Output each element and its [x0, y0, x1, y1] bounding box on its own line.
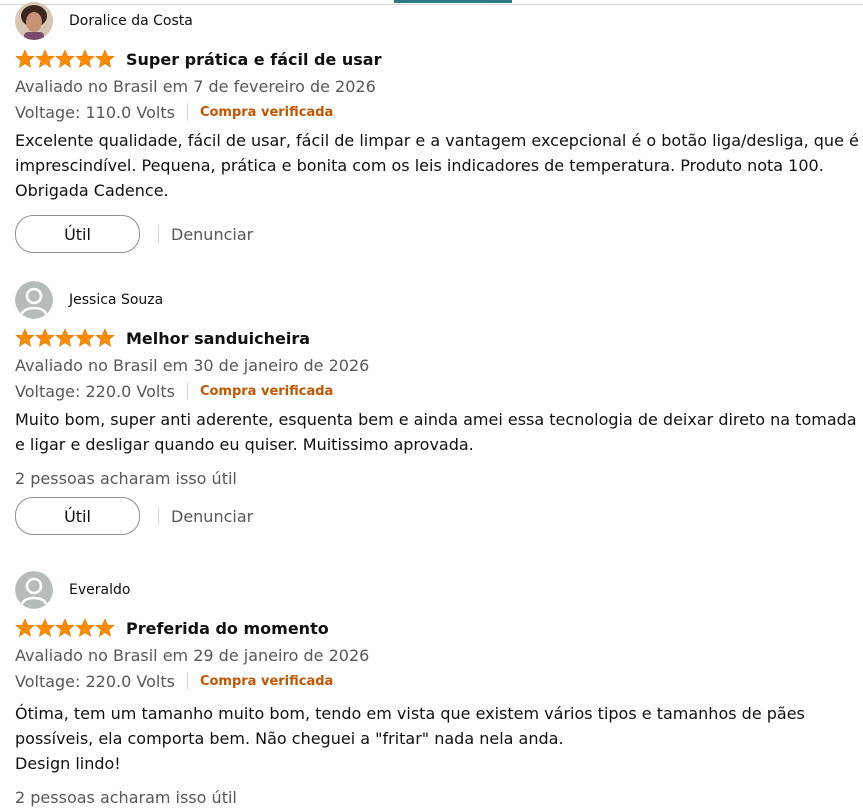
star-icon [35, 618, 55, 638]
helpful-button[interactable]: Útil [15, 215, 140, 253]
report-link[interactable]: Denunciar [171, 507, 253, 526]
star-icon [75, 49, 95, 69]
divider [186, 382, 188, 400]
star-icon [75, 618, 95, 638]
report-link[interactable]: Denunciar [171, 225, 253, 244]
star-icon [15, 618, 35, 638]
rating-stars[interactable] [15, 328, 115, 348]
rating-stars[interactable] [15, 49, 115, 69]
review-author[interactable]: Jessica Souza [15, 281, 860, 319]
star-icon [55, 49, 75, 69]
divider [186, 103, 188, 121]
review-author[interactable]: Everaldo [15, 571, 860, 609]
author-name: Everaldo [69, 582, 131, 598]
star-icon [95, 618, 115, 638]
variant-voltage: Voltage: 220.0 Volts [15, 671, 175, 691]
review-title[interactable]: Preferida do momento [126, 619, 329, 638]
divider [186, 672, 188, 690]
review-body: Excelente qualidade, fácil de usar, fáci… [15, 131, 859, 200]
review-1: Doralice da Costa Super prática e fácil … [15, 2, 860, 253]
default-avatar-icon[interactable] [15, 281, 53, 319]
review-body: Ótima, tem um tamanho muito bom, tendo e… [15, 701, 860, 776]
profile-photo-avatar[interactable] [15, 2, 53, 40]
review-body: Muito bom, super anti aderente, esquenta… [15, 410, 857, 454]
star-icon [95, 49, 115, 69]
verified-purchase-badge: Compra verificada [199, 383, 334, 399]
review-body-line: Design lindo! [15, 754, 121, 773]
verified-purchase-badge: Compra verificada [199, 104, 334, 120]
review-title[interactable]: Super prática e fácil de usar [126, 50, 381, 69]
default-avatar-icon[interactable] [15, 571, 53, 609]
helpful-count: 2 pessoas acharam isso útil [15, 788, 237, 807]
star-icon [35, 328, 55, 348]
star-icon [15, 328, 35, 348]
review-date: Avaliado no Brasil em 29 de janeiro de 2… [15, 646, 370, 665]
author-name: Jessica Souza [69, 292, 164, 308]
review-author[interactable]: Doralice da Costa [15, 2, 860, 40]
author-name: Doralice da Costa [69, 13, 193, 29]
review-title[interactable]: Melhor sanduicheira [126, 329, 310, 348]
divider [158, 225, 159, 243]
rating-stars[interactable] [15, 618, 115, 638]
review-date: Avaliado no Brasil em 30 de janeiro de 2… [15, 356, 370, 375]
star-icon [75, 328, 95, 348]
verified-purchase-badge: Compra verificada [199, 673, 334, 689]
star-icon [95, 328, 115, 348]
star-icon [55, 328, 75, 348]
variant-voltage: Voltage: 220.0 Volts [15, 381, 175, 401]
star-icon [35, 49, 55, 69]
star-icon [55, 618, 75, 638]
review-date: Avaliado no Brasil em 7 de fevereiro de … [15, 77, 376, 96]
helpful-count: 2 pessoas acharam isso útil [15, 469, 237, 488]
variant-voltage: Voltage: 110.0 Volts [15, 102, 175, 122]
review-3: Everaldo Preferida do momento Avaliado n… [15, 571, 860, 810]
star-icon [15, 49, 35, 69]
divider [158, 507, 159, 525]
review-body-line: Ótima, tem um tamanho muito bom, tendo e… [15, 704, 805, 748]
review-2: Jessica Souza Melhor sanduicheira Avalia… [15, 281, 860, 535]
helpful-button[interactable]: Útil [15, 497, 140, 535]
